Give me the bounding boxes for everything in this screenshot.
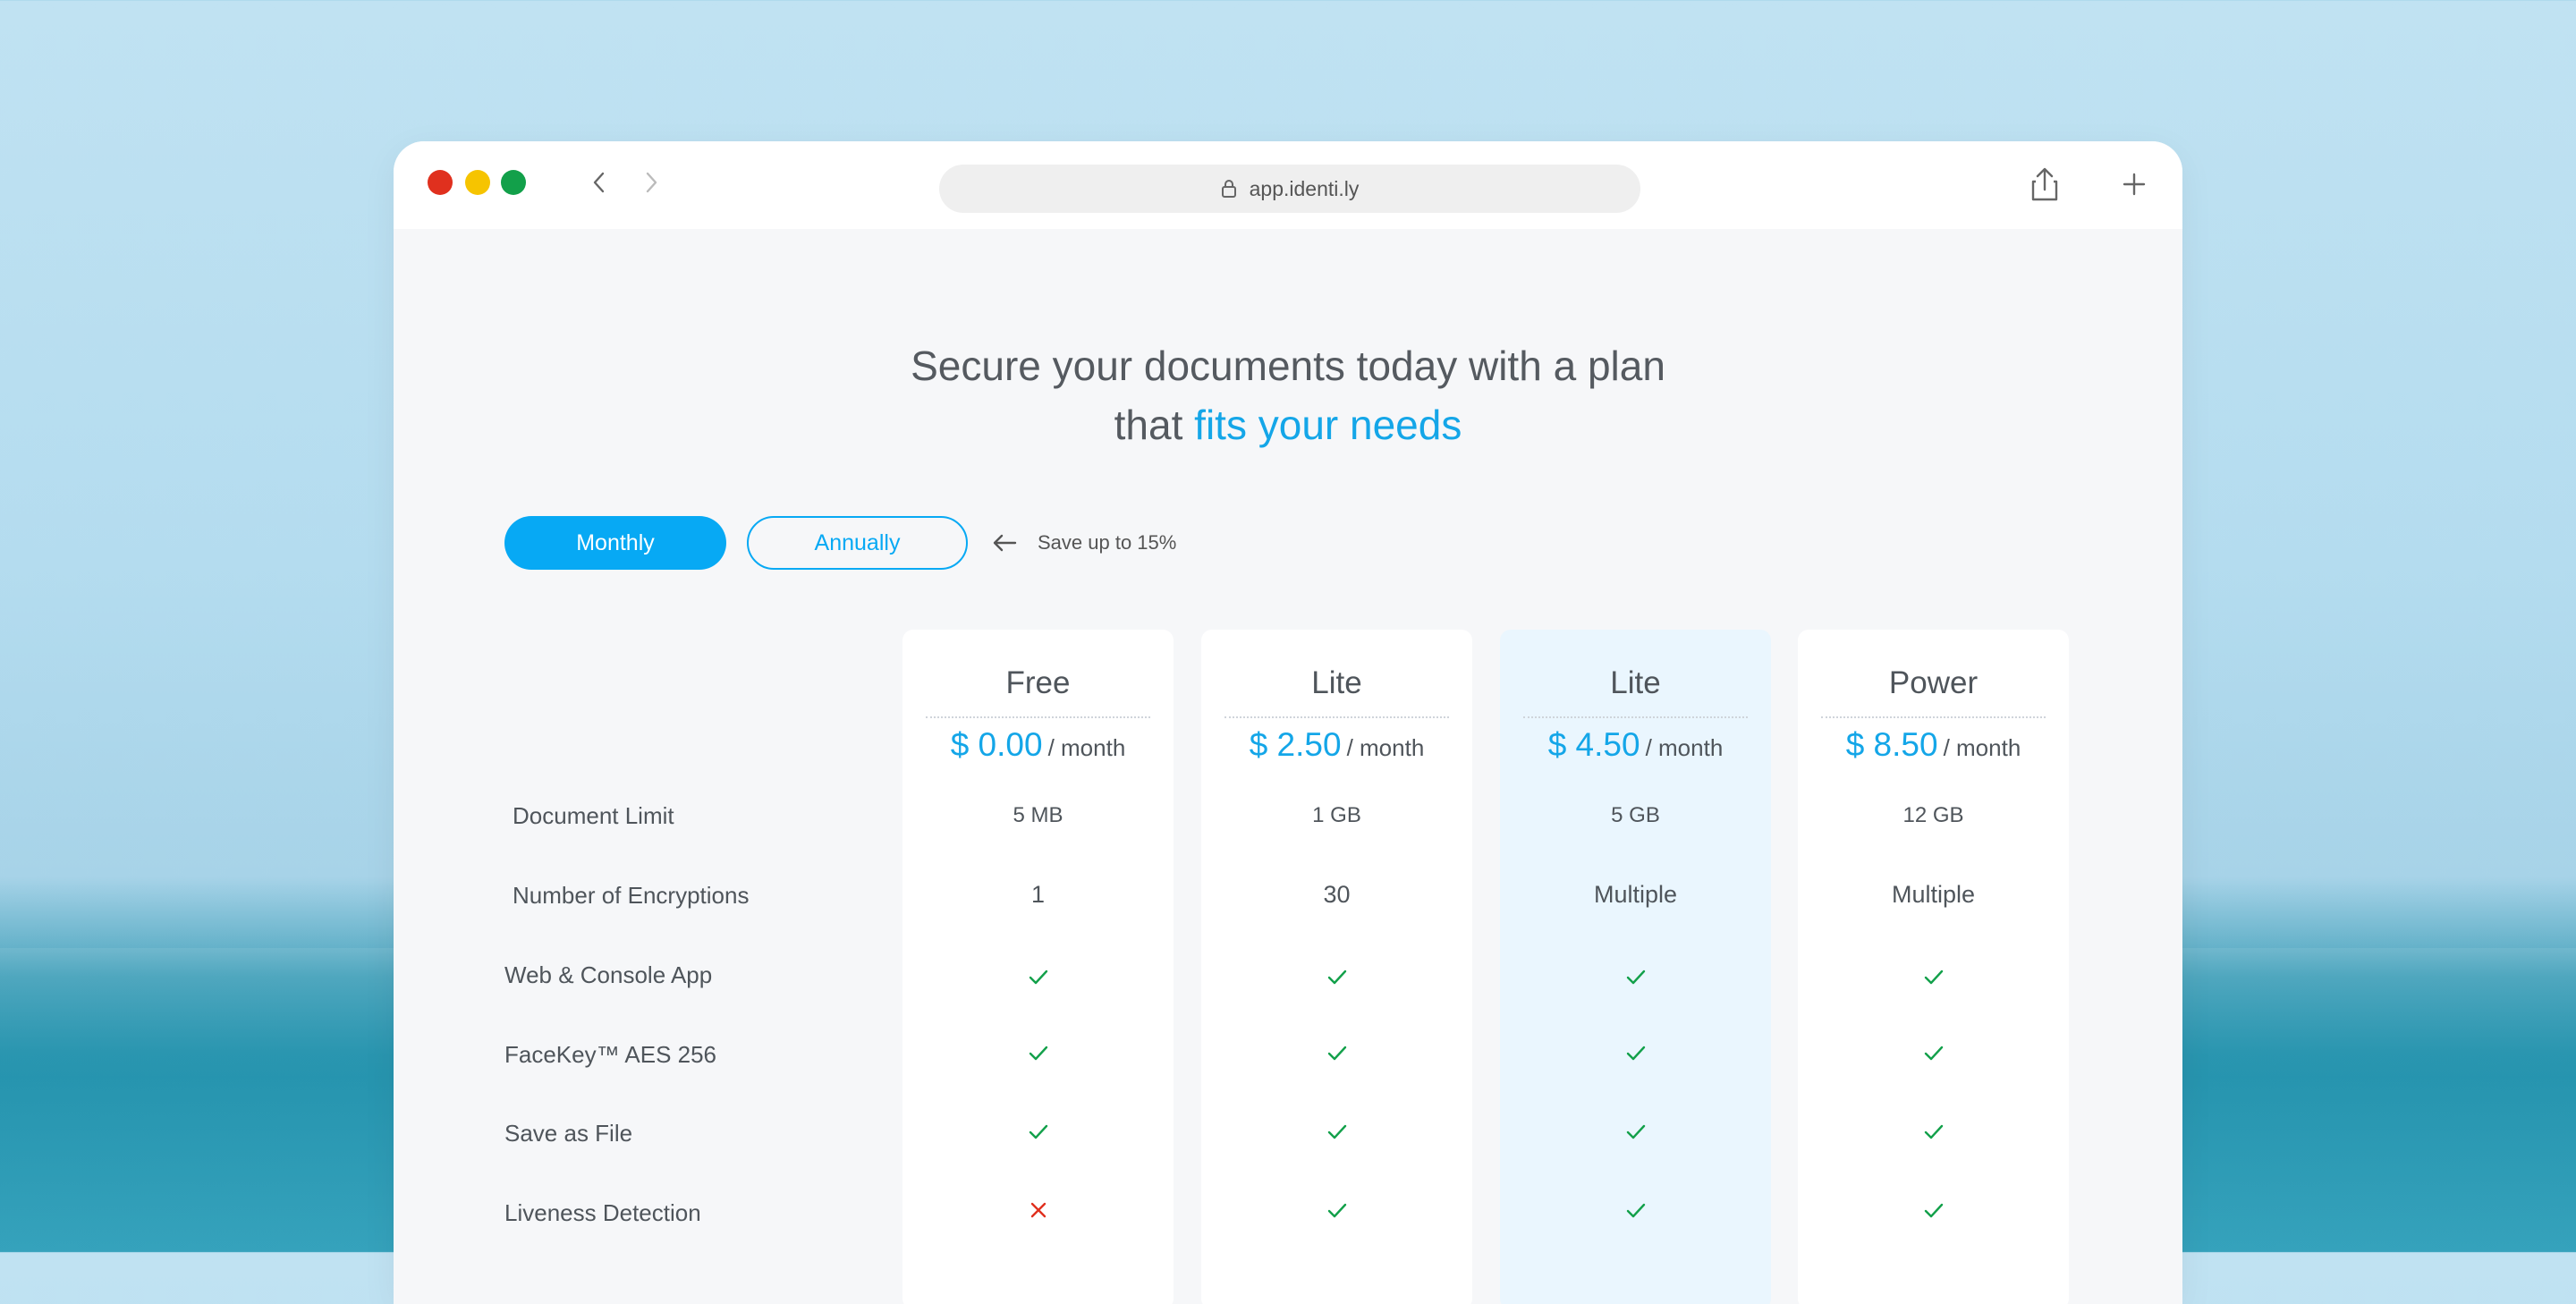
address-bar[interactable]: app.identi.ly xyxy=(939,165,1640,213)
feature-label-web-console: Web & Console App xyxy=(504,961,713,988)
liveness-mark xyxy=(902,1199,1174,1221)
liveness-mark xyxy=(1500,1199,1771,1221)
check-icon xyxy=(1626,1124,1645,1139)
web-console-mark xyxy=(1500,966,1771,987)
monthly-toggle-button[interactable]: Monthly xyxy=(504,516,726,570)
check-icon xyxy=(1029,1124,1047,1139)
arrow-left-icon xyxy=(993,534,1017,552)
save-file-mark xyxy=(1798,1121,2069,1142)
feature-label-encryptions: Number of Encryptions xyxy=(513,882,750,909)
chevron-left-icon xyxy=(593,172,605,193)
plan-name: Lite xyxy=(1311,665,1362,700)
plan-price: $ 2.50/ month xyxy=(1201,726,1472,764)
browser-toolbar: app.identi.ly xyxy=(394,141,2182,229)
facekey-mark xyxy=(1201,1042,1472,1063)
document-limit-value: 5 MB xyxy=(1013,803,1063,827)
save-file-mark xyxy=(1500,1121,1771,1142)
maximize-window-button[interactable] xyxy=(501,170,526,195)
check-icon xyxy=(1327,970,1346,985)
minimize-window-button[interactable] xyxy=(465,170,490,195)
back-button[interactable] xyxy=(583,166,615,199)
cross-icon xyxy=(1030,1202,1046,1218)
headline-line-2: that fits your needs xyxy=(394,395,2182,454)
share-button[interactable] xyxy=(2025,165,2064,204)
divider xyxy=(926,716,1150,718)
check-icon xyxy=(1029,970,1047,985)
price-period: / month xyxy=(1645,734,1724,761)
check-icon xyxy=(1327,1124,1346,1139)
check-icon xyxy=(1626,970,1645,985)
encryptions-value: Multiple xyxy=(1593,881,1678,908)
plan-column-lite-highlighted[interactable]: Lite $ 4.50/ month 5 GB Multiple xyxy=(1500,630,1771,1304)
price-amount: $ 2.50 xyxy=(1249,726,1342,763)
headline-accent: fits your needs xyxy=(1194,402,1462,448)
price-period: / month xyxy=(1346,734,1425,761)
feature-label-save-file: Save as File xyxy=(504,1120,633,1147)
web-console-mark xyxy=(1201,966,1472,987)
document-limit-value: 5 GB xyxy=(1611,803,1660,827)
document-limit-value: 12 GB xyxy=(1902,803,1964,827)
plan-column-power[interactable]: Power $ 8.50/ month 12 GB Multiple xyxy=(1798,630,2069,1304)
encryptions-value: 1 xyxy=(1030,881,1046,908)
price-amount: $ 0.00 xyxy=(950,726,1043,763)
feature-label-facekey: FaceKey™ AES 256 xyxy=(504,1041,717,1068)
plan-price: $ 8.50/ month xyxy=(1798,726,2069,764)
check-icon xyxy=(1924,1046,1943,1061)
new-tab-button[interactable] xyxy=(2114,165,2154,204)
check-icon xyxy=(1029,1046,1047,1061)
divider xyxy=(1523,716,1748,718)
save-note-text: Save up to 15% xyxy=(1038,531,1177,554)
plan-name: Free xyxy=(1005,665,1071,700)
close-window-button[interactable] xyxy=(428,170,453,195)
price-period: / month xyxy=(1047,734,1126,761)
headline-prefix: that xyxy=(1114,402,1183,448)
liveness-mark xyxy=(1201,1199,1472,1221)
check-icon xyxy=(1626,1203,1645,1218)
check-icon xyxy=(1924,1124,1943,1139)
web-console-mark xyxy=(902,966,1174,987)
encryptions-value: 30 xyxy=(1323,881,1351,908)
forward-button[interactable] xyxy=(635,166,667,199)
browser-window: app.identi.ly Secure your documents toda… xyxy=(394,141,2182,1304)
save-note: Save up to 15% xyxy=(991,516,1176,570)
plan-column-lite[interactable]: Lite $ 2.50/ month 1 GB 30 xyxy=(1201,630,1472,1304)
feature-label-document-limit: Document Limit xyxy=(513,802,674,829)
divider xyxy=(1224,716,1449,718)
facekey-mark xyxy=(1500,1042,1771,1063)
encryptions-value: Multiple xyxy=(1891,881,1976,908)
plan-column-free[interactable]: Free $ 0.00/ month 5 MB 1 xyxy=(902,630,1174,1304)
plan-price: $ 4.50/ month xyxy=(1500,726,1771,764)
facekey-mark xyxy=(1798,1042,2069,1063)
plan-name: Power xyxy=(1888,665,1979,700)
price-period: / month xyxy=(1943,734,2021,761)
liveness-mark xyxy=(1798,1199,2069,1221)
chevron-right-icon xyxy=(646,172,657,193)
check-icon xyxy=(1327,1203,1346,1218)
plan-price: $ 0.00/ month xyxy=(902,726,1174,764)
url-text: app.identi.ly xyxy=(1249,176,1360,200)
check-icon xyxy=(1924,970,1943,985)
check-icon xyxy=(1626,1046,1645,1061)
pricing-page: Secure your documents today with a plan … xyxy=(394,229,2182,1304)
plan-name: Lite xyxy=(1610,665,1661,700)
check-icon xyxy=(1327,1046,1346,1061)
page-headline: Secure your documents today with a plan … xyxy=(394,336,2182,454)
price-amount: $ 8.50 xyxy=(1845,726,1938,763)
check-icon xyxy=(1924,1203,1943,1218)
price-amount: $ 4.50 xyxy=(1547,726,1640,763)
facekey-mark xyxy=(902,1042,1174,1063)
share-icon xyxy=(2031,167,2058,201)
plus-icon xyxy=(2123,173,2146,196)
save-file-mark xyxy=(1201,1121,1472,1142)
web-console-mark xyxy=(1798,966,2069,987)
save-file-mark xyxy=(902,1121,1174,1142)
annually-toggle-button[interactable]: Annually xyxy=(747,516,968,570)
headline-line-1: Secure your documents today with a plan xyxy=(911,343,1665,389)
document-limit-value: 1 GB xyxy=(1312,803,1361,827)
divider xyxy=(1821,716,2046,718)
lock-icon xyxy=(1221,180,1236,198)
feature-label-liveness: Liveness Detection xyxy=(504,1199,701,1226)
